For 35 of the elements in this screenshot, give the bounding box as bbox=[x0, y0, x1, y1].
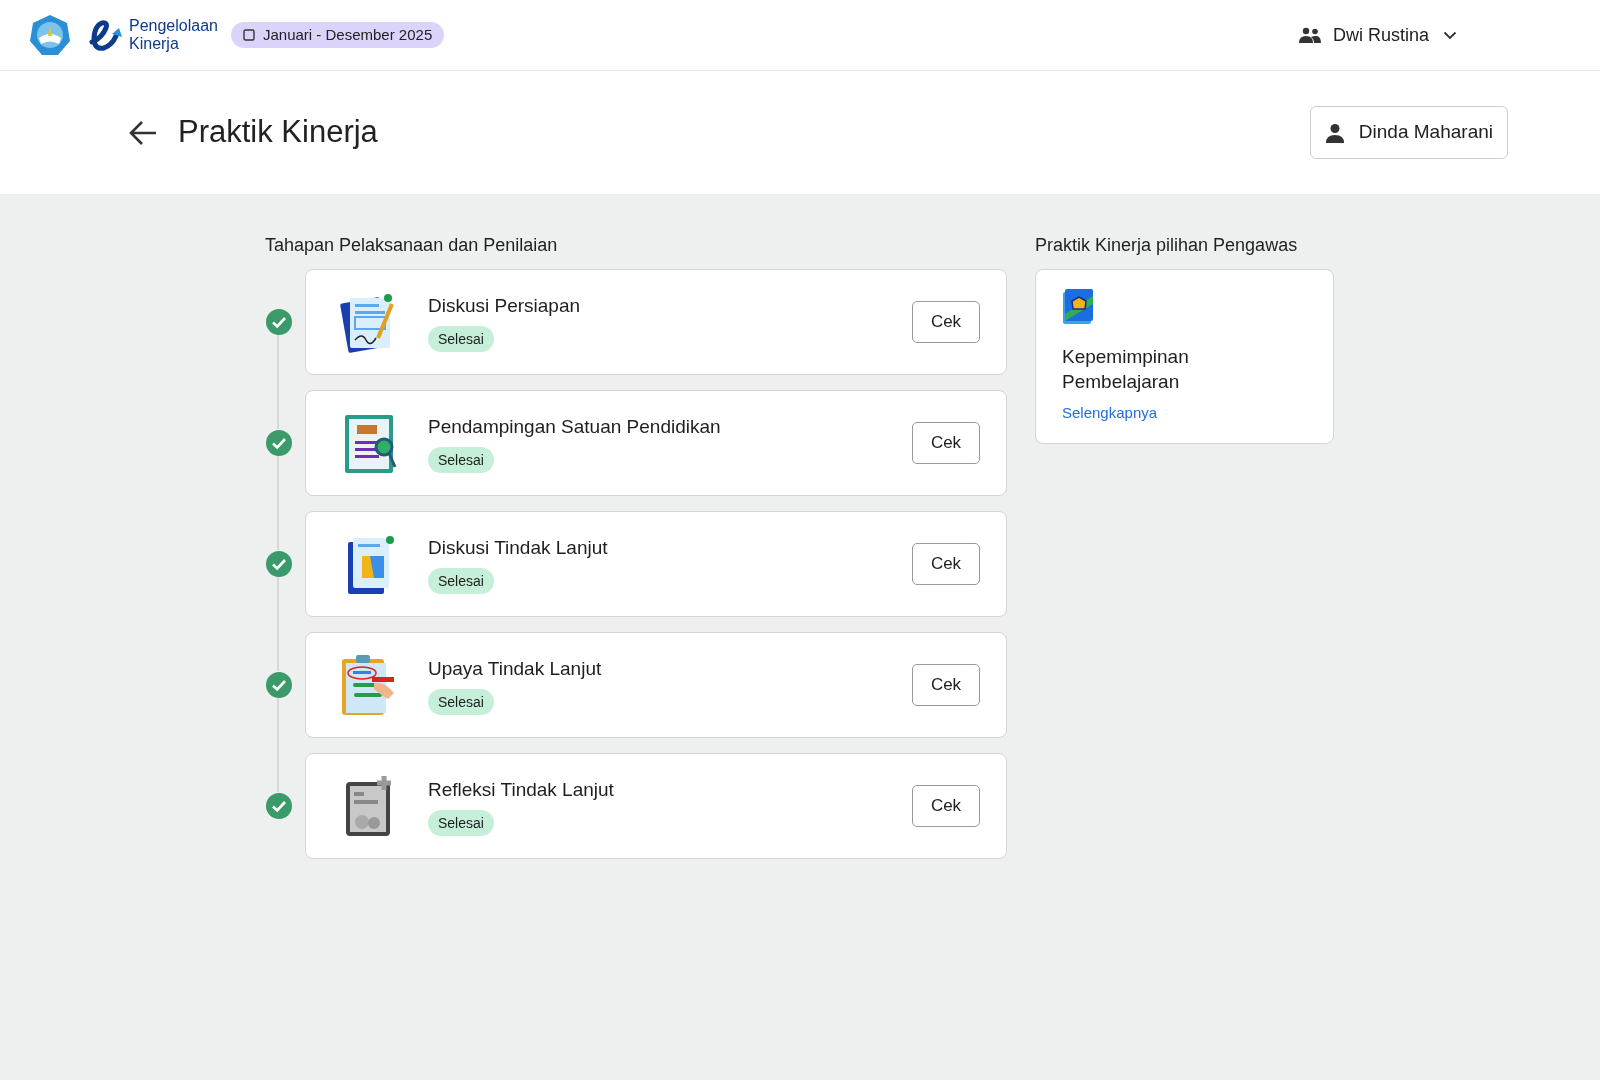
more-link[interactable]: Selengkapnya bbox=[1062, 402, 1158, 425]
square-icon bbox=[242, 29, 255, 41]
app-name: Kinerja bbox=[129, 35, 180, 53]
status-badge: Selesai bbox=[428, 689, 494, 716]
status-badge: Selesai bbox=[428, 568, 494, 595]
section-heading: Tahapan Pelaksanaan dan Penilaian bbox=[265, 234, 559, 257]
step-title: Refleksi Tindak Lanjut bbox=[428, 777, 614, 802]
check-button[interactable]: Cek bbox=[912, 664, 980, 706]
page-title: Praktik Kinerja bbox=[178, 113, 378, 152]
check-button[interactable]: Cek bbox=[912, 301, 980, 343]
period-badge[interactable]: Januari - Desember 2025 bbox=[230, 22, 445, 48]
step-title: Diskusi Tindak Lanjut bbox=[428, 535, 608, 560]
check-button[interactable]: Cek bbox=[912, 543, 980, 585]
period-text: Januari - Desember 2025 bbox=[262, 24, 433, 45]
emblem-logo-icon bbox=[29, 14, 71, 56]
practice-card[interactable]: Kepemimpinan Pembelajaran Selengkapnya bbox=[1035, 269, 1334, 444]
person-icon bbox=[1324, 122, 1345, 143]
check-button[interactable]: Cek bbox=[912, 422, 980, 464]
app-name: Pengelolaan bbox=[129, 17, 218, 35]
section-heading: Praktik Kinerja pilihan Pengawas bbox=[1035, 234, 1299, 257]
step-title: Upaya Tindak Lanjut bbox=[428, 656, 602, 681]
back-arrow-icon bbox=[128, 119, 158, 146]
user-menu-button[interactable]: Dwi Rustina bbox=[1332, 21, 1457, 49]
people-icon bbox=[1298, 27, 1321, 43]
practice-title: Kepemimpinan Pembelajaran bbox=[1062, 345, 1190, 394]
check-button[interactable]: Cek bbox=[912, 785, 980, 827]
status-badge: Selesai bbox=[428, 810, 494, 837]
status-badge: Selesai bbox=[428, 447, 494, 474]
step-title: Pendampingan Satuan Pendidikan bbox=[428, 414, 721, 439]
back-button[interactable] bbox=[128, 119, 158, 146]
chevron-down-icon bbox=[1443, 30, 1457, 40]
status-badge: Selesai bbox=[428, 326, 494, 353]
person-button[interactable]: Dinda Maharani bbox=[1309, 106, 1508, 159]
book-badge-icon bbox=[1062, 288, 1094, 326]
step-title: Diskusi Persiapan bbox=[428, 293, 581, 318]
